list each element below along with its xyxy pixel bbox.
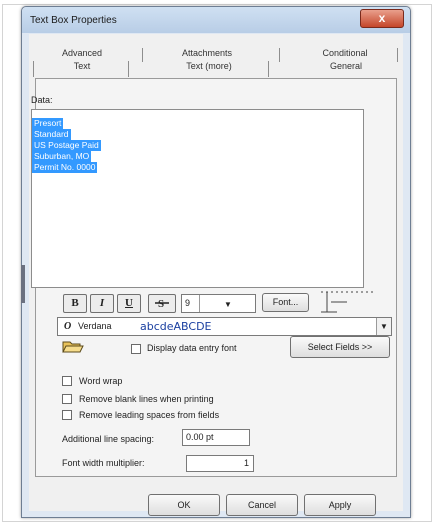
underline-button[interactable]: U (117, 294, 141, 313)
title-bar: Text Box Properties x (22, 7, 410, 33)
ok-button[interactable]: OK (148, 494, 220, 516)
tab-divider (279, 48, 280, 62)
tab-divider (33, 61, 34, 77)
dialog-edge-marker (21, 265, 25, 303)
line-spacing-label: Additional line spacing: (62, 434, 155, 444)
tab-attachments[interactable]: Attachments (161, 48, 253, 58)
dialog-title: Text Box Properties (30, 15, 117, 26)
data-label: Data: (31, 95, 53, 105)
tab-divider (142, 48, 143, 62)
data-line: Permit No. 0000 (32, 162, 98, 173)
font-width-label: Font width multiplier: (62, 458, 145, 468)
chevron-down-icon: ▼ (224, 300, 232, 309)
tab-text[interactable]: Text (57, 61, 107, 71)
font-name: Verdana (78, 321, 112, 331)
data-line: Suburban, MO (32, 151, 92, 162)
cancel-button[interactable]: Cancel (226, 494, 298, 516)
line-spacing-input[interactable]: 0.00 pt (182, 429, 250, 446)
font-width-value: 1 (243, 458, 249, 468)
strikethrough-icon: S (155, 298, 169, 310)
strikethrough-button[interactable]: S (148, 294, 176, 313)
apply-button[interactable]: Apply (304, 494, 376, 516)
bold-button[interactable]: B (63, 294, 87, 313)
tab-advanced[interactable]: Advanced (47, 48, 117, 58)
font-name-select[interactable]: O Verdana abcdeABCDE ▼ (57, 317, 392, 336)
select-divider (199, 295, 200, 312)
remove-leading-spaces-checkbox[interactable] (62, 410, 72, 420)
font-size-value: 9 (185, 298, 191, 308)
tab-text-more[interactable]: Text (more) (161, 61, 257, 71)
close-button[interactable]: x (360, 9, 404, 28)
opentype-font-icon: O (64, 321, 72, 332)
word-wrap-checkbox[interactable] (62, 376, 72, 386)
tab-row-back: Advanced Attachments Conditional (29, 48, 403, 62)
display-entry-font-checkbox[interactable] (131, 344, 141, 354)
select-fields-button[interactable]: Select Fields >> (290, 336, 390, 358)
open-folder-button[interactable] (62, 339, 84, 353)
font-button[interactable]: Font... (262, 293, 309, 312)
remove-leading-spaces-label: Remove leading spaces from fields (79, 410, 220, 420)
data-line: Standard (32, 129, 71, 140)
tab-general[interactable]: General (301, 61, 391, 71)
font-size-select[interactable]: 9 ▼ (181, 294, 256, 313)
close-icon: x (378, 11, 386, 25)
remove-blank-lines-label: Remove blank lines when printing (79, 394, 214, 404)
word-wrap-label: Word wrap (79, 376, 123, 386)
tab-divider (268, 61, 269, 77)
tab-divider (128, 61, 129, 77)
tab-divider (397, 48, 398, 62)
data-line: Presort (32, 118, 64, 129)
alignment-slider-icon (321, 291, 375, 313)
font-width-input[interactable]: 1 (186, 455, 254, 472)
chevron-down-icon: ▼ (376, 318, 391, 335)
remove-blank-lines-checkbox[interactable] (62, 394, 72, 404)
tab-row-front: Text Text (more) General (29, 61, 403, 77)
display-entry-font-label: Display data entry font (147, 343, 237, 353)
line-spacing-value: 0.00 pt (186, 432, 214, 442)
font-sample: abcdeABCDE (140, 320, 212, 333)
tab-conditional[interactable]: Conditional (301, 48, 389, 58)
data-line: US Postage Paid (32, 140, 101, 151)
data-textarea[interactable]: Presort Standard US Postage Paid Suburba… (31, 109, 364, 288)
open-folder-icon (62, 341, 84, 353)
alignment-slider[interactable] (317, 290, 377, 314)
italic-button[interactable]: I (90, 294, 114, 313)
